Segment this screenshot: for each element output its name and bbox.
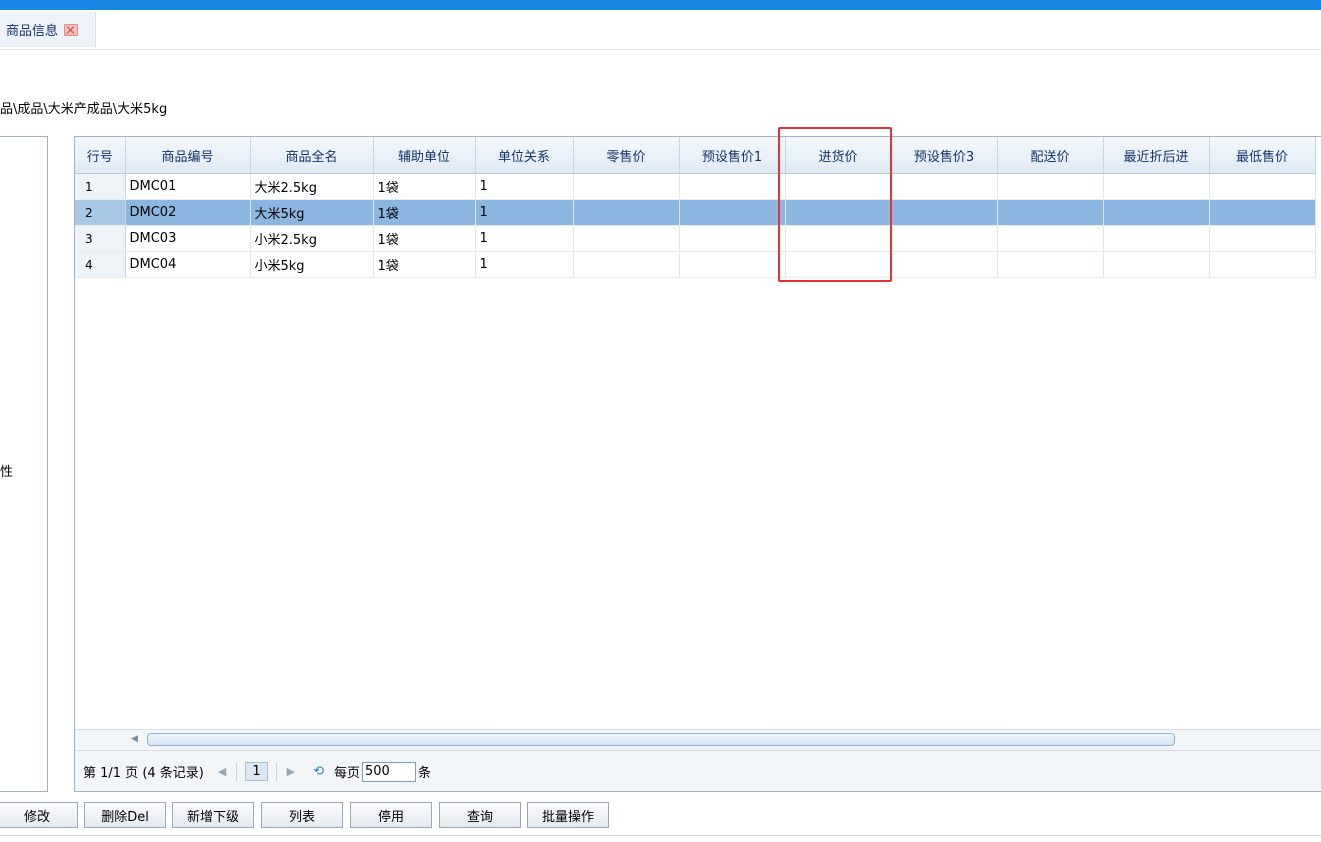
pager-divider xyxy=(275,762,277,781)
table-cell-empty[interactable] xyxy=(997,225,1104,252)
left-panel-label: 性 xyxy=(0,465,14,480)
table-cell[interactable]: 大米5kg xyxy=(250,199,374,226)
tab-product-info[interactable]: 商品信息 xyxy=(0,12,96,47)
column-header-purchase-price[interactable]: 进货价 xyxy=(785,137,892,174)
table-cell-empty[interactable] xyxy=(785,225,892,252)
close-icon[interactable] xyxy=(64,23,79,36)
table-cell[interactable]: DMC03 xyxy=(125,225,251,252)
table-cell-empty[interactable] xyxy=(785,251,892,278)
table-cell-empty[interactable] xyxy=(1103,251,1210,278)
row-number[interactable]: 2 xyxy=(75,199,126,226)
table-cell[interactable]: 小米5kg xyxy=(250,251,374,278)
query-button[interactable]: 查询 xyxy=(439,802,521,828)
disable-button[interactable]: 停用 xyxy=(350,802,432,828)
prev-page-icon[interactable]: ◀ xyxy=(218,765,226,778)
table-cell-empty[interactable] xyxy=(1103,225,1210,252)
table-cell-empty[interactable] xyxy=(997,251,1104,278)
tab-strip: 商品信息 xyxy=(0,10,1321,50)
table-row[interactable]: 4 DMC04 小米5kg 1袋 1 xyxy=(75,251,1316,278)
table-cell-empty[interactable] xyxy=(573,173,680,200)
row-number[interactable]: 4 xyxy=(75,251,126,278)
row-number[interactable]: 3 xyxy=(75,225,126,252)
table-cell[interactable]: DMC04 xyxy=(125,251,251,278)
table-cell[interactable]: DMC01 xyxy=(125,173,251,200)
table-cell[interactable]: 1 xyxy=(475,225,574,252)
bottom-divider xyxy=(0,835,1321,836)
column-header[interactable]: 预设售价3 xyxy=(891,137,998,174)
table-cell-empty[interactable] xyxy=(1209,251,1316,278)
pager: 第 1/1 页 (4 条记录) ◀ 1 ▶ ⟲ 每页 条 xyxy=(75,750,1321,791)
horizontal-scrollbar[interactable]: ◀ xyxy=(75,729,1321,750)
table-cell-empty[interactable] xyxy=(573,225,680,252)
delete-button[interactable]: 删除Del xyxy=(84,802,166,828)
refresh-icon[interactable]: ⟲ xyxy=(313,764,324,779)
column-header[interactable]: 行号 xyxy=(75,137,126,174)
table-cell[interactable]: 1袋 xyxy=(373,173,476,200)
table-cell-empty[interactable] xyxy=(679,199,786,226)
table-cell-empty[interactable] xyxy=(573,199,680,226)
column-header[interactable]: 配送价 xyxy=(997,137,1104,174)
table-cell[interactable]: 1袋 xyxy=(373,251,476,278)
table-cell-empty[interactable] xyxy=(891,251,998,278)
table-cell[interactable]: 1袋 xyxy=(373,199,476,226)
column-header[interactable]: 零售价 xyxy=(573,137,680,174)
table-cell-empty[interactable] xyxy=(997,199,1104,226)
product-grid: 行号 商品编号 商品全名 辅助单位 单位关系 零售价 预设售价1 进货价 预设售… xyxy=(74,136,1321,792)
table-cell[interactable]: 1袋 xyxy=(373,225,476,252)
table-cell-empty[interactable] xyxy=(891,225,998,252)
batch-operation-button[interactable]: 批量操作 xyxy=(527,802,609,828)
table-cell-empty[interactable] xyxy=(679,225,786,252)
table-cell-empty[interactable] xyxy=(1103,173,1210,200)
table-row[interactable]: 1 DMC01 大米2.5kg 1袋 1 xyxy=(75,173,1316,200)
edit-button[interactable]: 修改 xyxy=(0,802,78,828)
table-cell[interactable]: 1 xyxy=(475,251,574,278)
table-cell-empty[interactable] xyxy=(891,199,998,226)
table-cell-empty[interactable] xyxy=(1209,225,1316,252)
table-header-row: 行号 商品编号 商品全名 辅助单位 单位关系 零售价 预设售价1 进货价 预设售… xyxy=(75,137,1316,174)
column-header[interactable]: 最低售价 xyxy=(1209,137,1316,174)
table-row[interactable]: 3 DMC03 小米2.5kg 1袋 1 xyxy=(75,225,1316,252)
column-header[interactable]: 预设售价1 xyxy=(679,137,786,174)
breadcrumb: 品\成品\大米产成品\大米5kg xyxy=(0,102,168,117)
add-child-button[interactable]: 新增下级 xyxy=(172,802,254,828)
table-cell[interactable]: 1 xyxy=(475,199,574,226)
column-header[interactable]: 最近折后进 xyxy=(1103,137,1210,174)
table-cell[interactable]: DMC02 xyxy=(125,199,251,226)
column-header[interactable]: 商品全名 xyxy=(250,137,374,174)
per-page-unit: 条 xyxy=(418,766,432,781)
table-cell[interactable]: 1 xyxy=(475,173,574,200)
row-number[interactable]: 1 xyxy=(75,173,126,200)
table-cell-empty[interactable] xyxy=(997,173,1104,200)
column-header[interactable]: 单位关系 xyxy=(475,137,574,174)
table-cell[interactable]: 小米2.5kg xyxy=(250,225,374,252)
table-row[interactable]: 2 DMC02 大米5kg 1袋 1 xyxy=(75,199,1316,226)
column-header[interactable]: 辅助单位 xyxy=(373,137,476,174)
left-panel: 性 xyxy=(0,136,48,792)
table-cell-empty[interactable] xyxy=(891,173,998,200)
page-info: 第 1/1 页 (4 条记录) xyxy=(83,766,204,781)
page-size-input[interactable] xyxy=(362,761,417,782)
table-cell-empty[interactable] xyxy=(1209,173,1316,200)
current-page[interactable]: 1 xyxy=(245,762,268,781)
top-accent-bar xyxy=(0,0,1321,10)
column-header[interactable]: 商品编号 xyxy=(125,137,251,174)
scroll-left-icon[interactable]: ◀ xyxy=(131,734,138,744)
table-cell-empty[interactable] xyxy=(1103,199,1210,226)
next-page-icon[interactable]: ▶ xyxy=(287,765,295,778)
table-cell-empty[interactable] xyxy=(573,251,680,278)
table-cell-empty[interactable] xyxy=(679,173,786,200)
list-button[interactable]: 列表 xyxy=(261,802,343,828)
per-page-label: 每页 xyxy=(334,766,361,781)
table-cell-empty[interactable] xyxy=(679,251,786,278)
table-cell-empty[interactable] xyxy=(1209,199,1316,226)
tab-label: 商品信息 xyxy=(6,24,59,39)
scrollbar-thumb[interactable] xyxy=(147,733,1175,746)
table-cell[interactable]: 大米2.5kg xyxy=(250,173,374,200)
pager-divider xyxy=(236,762,238,781)
product-table: 行号 商品编号 商品全名 辅助单位 单位关系 零售价 预设售价1 进货价 预设售… xyxy=(75,137,1316,278)
table-cell-empty[interactable] xyxy=(785,173,892,200)
table-cell-empty[interactable] xyxy=(785,199,892,226)
